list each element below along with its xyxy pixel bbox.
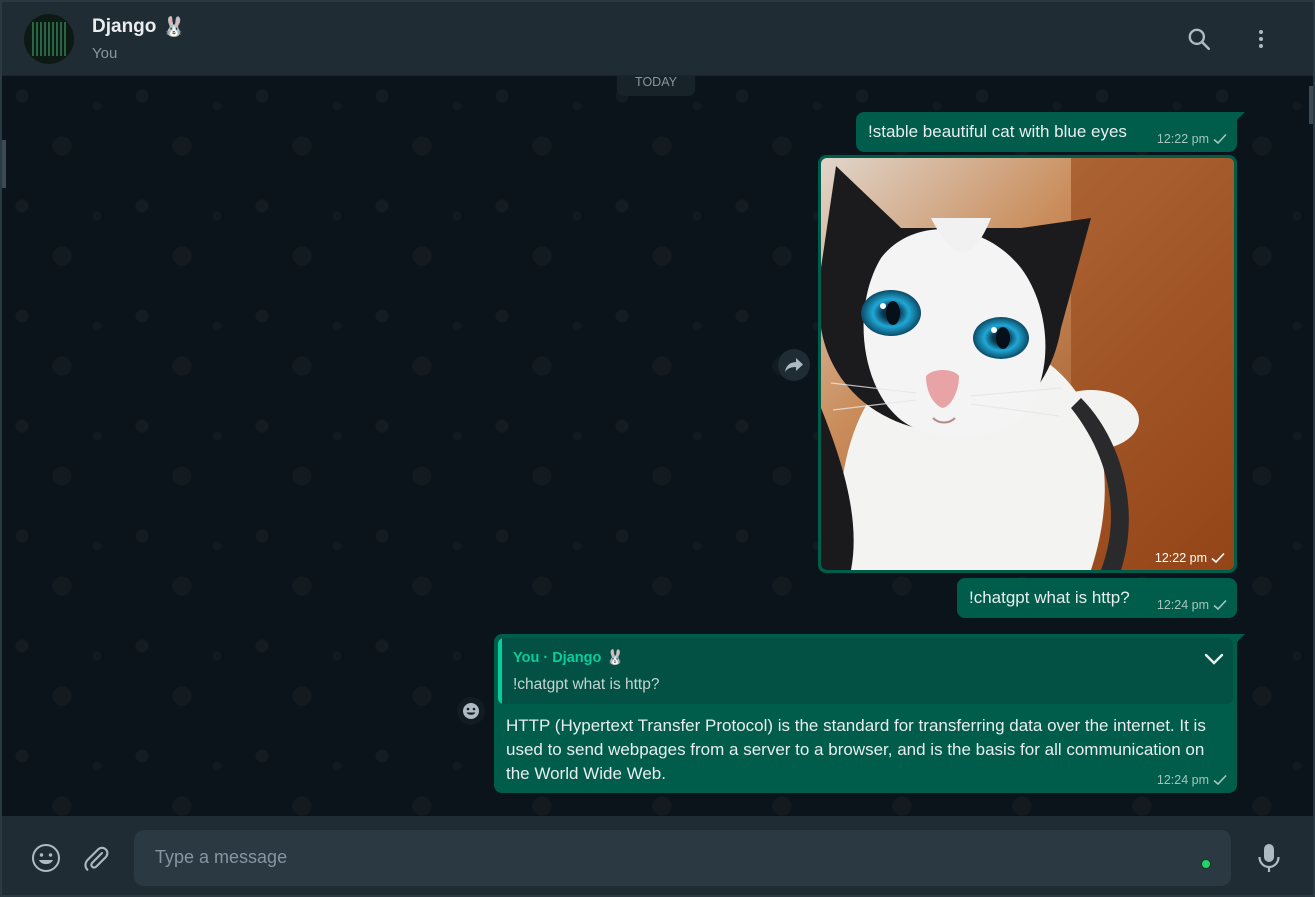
check-icon <box>1213 774 1227 786</box>
quote-bar <box>498 638 502 704</box>
whatsapp-window: Django 🐰 You TODAY !stable beautiful cat… <box>0 0 1315 897</box>
quote-author-name: You · Django <box>513 649 602 666</box>
rabbit-emoji: 🐰 <box>606 650 625 666</box>
emoji-icon <box>463 703 479 719</box>
message-input[interactable] <box>134 829 1231 886</box>
quote-author: You · Django 🐰 <box>513 649 625 667</box>
message-text: !stable beautiful cat with blue eyes <box>868 122 1127 141</box>
rabbit-emoji: 🐰 <box>162 17 187 38</box>
cat-image[interactable] <box>821 158 1234 570</box>
search-button[interactable] <box>1185 25 1213 53</box>
message-bubble[interactable]: !stable beautiful cat with blue eyes 12:… <box>856 112 1245 152</box>
check-icon <box>1213 133 1227 145</box>
contact-subtitle: You <box>92 45 118 62</box>
message-meta: 12:24 pm <box>1157 598 1227 612</box>
cat-picture <box>821 158 1234 570</box>
mic-icon <box>1258 843 1280 872</box>
message-text: !chatgpt what is http? <box>969 588 1130 607</box>
chevron-down-icon <box>1204 653 1224 665</box>
quote-text: !chatgpt what is http? <box>513 676 660 693</box>
message-bubble-reply[interactable]: You · Django 🐰 !chatgpt what is http? HT… <box>494 634 1245 793</box>
attach-icon <box>84 846 109 871</box>
chat-header: Django 🐰 You <box>2 2 1313 76</box>
reaction-button[interactable] <box>457 697 485 725</box>
attach-button[interactable] <box>78 840 114 876</box>
message-time: 12:22 pm <box>1154 551 1207 565</box>
status-dot <box>1201 858 1211 869</box>
message-time: 12:24 pm <box>1156 773 1209 787</box>
forward-icon <box>785 358 803 372</box>
scrollbar-right[interactable] <box>1309 86 1313 124</box>
quoted-message[interactable]: You · Django 🐰 !chatgpt what is http? <box>498 638 1233 704</box>
menu-dots-icon <box>1259 29 1263 48</box>
search-icon <box>1188 28 1211 50</box>
emoji-icon <box>32 843 60 872</box>
message-menu-button[interactable] <box>1201 648 1227 670</box>
message-bubble[interactable]: !chatgpt what is http? 12:24 pm <box>957 578 1237 618</box>
check-icon <box>1211 552 1225 564</box>
message-meta: 12:22 pm <box>1155 551 1225 565</box>
message-text: HTTP (Hypertext Transfer Protocol) is th… <box>506 716 1206 783</box>
message-list[interactable]: TODAY !stable beautiful cat with blue ey… <box>2 64 1313 816</box>
contact-name: Django <box>92 16 157 37</box>
message-time: 12:24 pm <box>1156 598 1209 612</box>
contact-info[interactable]: Django 🐰 You <box>92 15 1185 62</box>
voice-message-button[interactable] <box>1251 840 1287 876</box>
header-actions <box>1185 25 1291 53</box>
message-input-wrapper <box>134 829 1231 886</box>
message-meta: 12:22 pm <box>1157 132 1227 146</box>
avatar[interactable] <box>24 13 74 64</box>
contact-name-row: Django 🐰 <box>92 15 1185 39</box>
bubble-tail <box>1235 112 1245 122</box>
menu-button[interactable] <box>1247 25 1275 53</box>
bubble-tail <box>1235 634 1245 644</box>
message-time: 12:22 pm <box>1156 132 1209 146</box>
image-message[interactable]: 12:22 pm <box>818 155 1237 573</box>
forward-button[interactable] <box>778 349 810 381</box>
composer <box>2 816 1313 895</box>
check-icon <box>1213 599 1227 611</box>
message-meta: 12:24 pm <box>1157 773 1227 787</box>
emoji-button[interactable] <box>28 840 64 876</box>
scrollbar-left[interactable] <box>2 140 6 188</box>
